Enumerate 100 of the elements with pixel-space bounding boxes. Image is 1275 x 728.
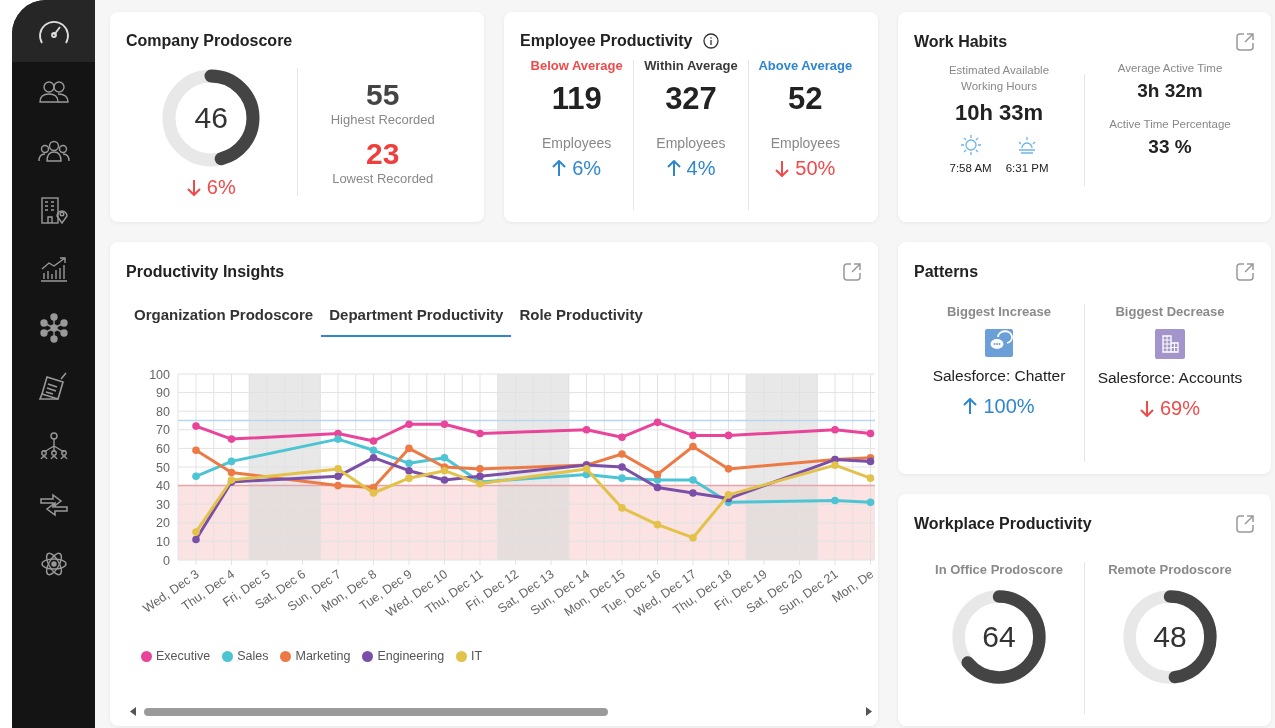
data-point	[618, 463, 626, 471]
data-point	[724, 465, 733, 473]
gauge-label: In Office Prodoscore	[935, 562, 1063, 577]
group-icon	[37, 139, 70, 162]
card-title: Productivity Insights	[126, 263, 285, 281]
data-point	[618, 450, 626, 458]
legend-label[interactable]: Marketing	[295, 649, 351, 663]
data-point	[618, 474, 626, 482]
data-point	[653, 418, 662, 427]
y-tick-label: 40	[156, 479, 170, 494]
network-icon	[38, 312, 69, 343]
score-value: 64	[982, 620, 1016, 654]
external-link-icon[interactable]	[1235, 514, 1255, 534]
change-value: 50%	[795, 157, 836, 180]
y-tick-label: 10	[156, 534, 170, 549]
unit-label: Employees	[542, 135, 612, 151]
data-point	[440, 420, 449, 428]
data-point	[440, 466, 449, 475]
change-value: 69%	[1160, 397, 1200, 420]
data-point	[689, 533, 697, 542]
legend-label[interactable]: Sales	[237, 649, 269, 663]
data-point	[689, 442, 697, 451]
score-value: 48	[1153, 620, 1187, 654]
building-grid-icon	[1155, 329, 1185, 359]
data-point	[582, 426, 591, 434]
scroll-left-icon[interactable]	[130, 707, 136, 716]
employee-count: 52	[788, 81, 823, 117]
sun-icon	[959, 134, 982, 156]
tab[interactable]: Organization Prodoscore	[126, 298, 322, 337]
legend-label[interactable]: Executive	[156, 649, 211, 663]
employee-count: 119	[551, 81, 602, 117]
scrollbar-thumb[interactable]	[144, 707, 609, 716]
highest-value: 55	[366, 78, 400, 112]
chat-bubbles-icon	[985, 329, 1013, 357]
available-hours-value: 10h 33m	[954, 100, 1044, 126]
data-point	[227, 457, 236, 466]
tab[interactable]: Role Productivity	[511, 298, 651, 337]
lowest-label: Lowest Recorded	[332, 171, 434, 186]
change-value: 4%	[686, 157, 716, 180]
start-time: 7:58 AM	[949, 162, 992, 174]
data-point	[192, 446, 200, 455]
note-pin-icon	[38, 370, 69, 403]
data-point	[653, 470, 662, 479]
data-point	[192, 472, 200, 481]
average-active-value: 3h 32m	[1137, 80, 1203, 102]
y-tick-label: 60	[156, 441, 170, 456]
card-title: Patterns	[914, 263, 979, 281]
data-point	[866, 429, 875, 438]
score-value: 46	[194, 100, 228, 135]
data-point	[831, 496, 839, 505]
data-point	[369, 453, 378, 462]
data-point	[689, 431, 697, 440]
legend-label[interactable]: Engineering	[377, 649, 445, 663]
external-link-icon[interactable]	[1235, 262, 1255, 282]
y-tick-label: 100	[149, 367, 170, 382]
pattern-label: Biggest Increase	[946, 304, 1051, 319]
data-point	[440, 453, 449, 462]
y-tick-label: 80	[156, 404, 170, 419]
external-link-icon[interactable]	[1235, 32, 1255, 52]
card-title: Work Habits	[914, 33, 1008, 51]
card-title: Company Prodoscore	[126, 32, 294, 50]
group-label: Below Average	[530, 58, 623, 73]
data-point	[405, 420, 413, 428]
external-link-icon[interactable]	[842, 262, 862, 282]
y-tick-label: 30	[156, 497, 170, 512]
pattern-label: Biggest Decrease	[1115, 304, 1225, 319]
change-value: 100%	[983, 395, 1035, 418]
data-point	[618, 433, 626, 442]
y-tick-label: 70	[156, 423, 170, 438]
users-icon	[37, 79, 70, 104]
unit-label: Employees	[656, 135, 726, 151]
scroll-right-icon[interactable]	[866, 707, 872, 716]
arrows-swap-icon	[38, 492, 69, 517]
nav-item[interactable]	[12, 0, 95, 62]
end-time: 6:31 PM	[1005, 162, 1049, 174]
hierarchy-icon	[38, 431, 69, 460]
data-point	[866, 498, 875, 507]
data-point	[476, 429, 484, 438]
y-tick-label: 50	[156, 460, 170, 475]
app-name: Salesforce: Chatter	[932, 367, 1066, 385]
change-value: 6%	[572, 157, 602, 180]
data-point	[724, 431, 733, 440]
available-hours-label: Estimated Available Working Hours	[947, 63, 1051, 94]
unit-label: Employees	[770, 135, 840, 151]
legend-label[interactable]: IT	[471, 649, 483, 663]
data-point	[653, 520, 662, 529]
y-tick-label: 90	[156, 386, 170, 401]
lowest-value: 23	[366, 137, 400, 171]
card-title: Employee Productivity	[520, 32, 693, 50]
tab[interactable]: Department Productivity	[321, 298, 512, 337]
active-percentage-value: 33 %	[1148, 136, 1192, 158]
group-label: Within Average	[644, 58, 738, 73]
data-point	[405, 444, 413, 453]
y-tick-label: 0	[163, 553, 170, 568]
change-value: 6%	[206, 175, 236, 199]
data-point	[618, 504, 626, 512]
building-pin-icon	[38, 194, 69, 225]
gauge-label: Remote Prodoscore	[1108, 562, 1232, 577]
data-point	[227, 468, 236, 477]
info-icon[interactable]	[702, 33, 719, 49]
